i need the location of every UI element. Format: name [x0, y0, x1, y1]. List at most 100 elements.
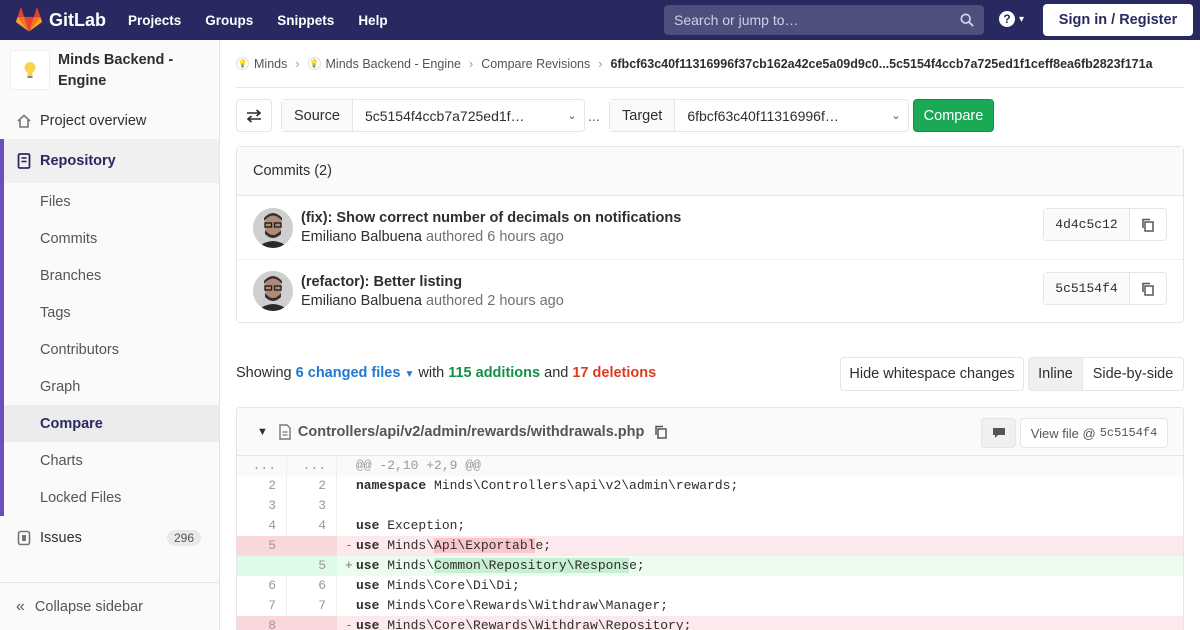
issues-icon [16, 530, 32, 546]
changed-files-dropdown[interactable]: 6 changed files ▼ [296, 365, 415, 381]
range-dots: ... [588, 108, 600, 124]
search-icon[interactable] [960, 13, 974, 27]
sidebar-item-locked-files[interactable]: Locked Files [4, 479, 219, 516]
commit-meta: Emiliano Balbuena authored 2 hours ago [301, 293, 564, 309]
old-line-number[interactable]: 6 [237, 576, 287, 596]
old-line-number[interactable]: 7 [237, 596, 287, 616]
commit-row: (refactor): Better listing Emiliano Balb… [237, 259, 1183, 322]
new-line-number[interactable]: ... [287, 456, 337, 476]
breadcrumb-current[interactable]: 6fbcf63c40f11316996f37cb162a42ce5a09d9c0… [610, 57, 1152, 71]
collapse-label: Collapse sidebar [34, 598, 143, 615]
commit-sha-button[interactable]: 5c5154f4 [1044, 273, 1130, 304]
nav-groups[interactable]: Groups [205, 13, 253, 28]
help-dropdown[interactable]: ? ▾ [999, 11, 1024, 27]
new-line-number[interactable]: 2 [287, 476, 337, 496]
toggle-comments-button[interactable] [981, 418, 1016, 448]
sidebar-item-compare[interactable]: Compare [4, 405, 219, 442]
collapse-file-toggle[interactable]: ▼ [257, 426, 268, 438]
source-field: Source 5c5154f4ccb7a725ed1f… ⌄ [281, 99, 585, 132]
breadcrumb-compare-revisions[interactable]: Compare Revisions [481, 57, 590, 71]
view-file-button[interactable]: View file @ 5c5154f4 [1020, 418, 1168, 448]
compare-button[interactable]: Compare [913, 99, 994, 132]
swap-revisions-button[interactable] [236, 99, 272, 132]
code-keyword: use [356, 518, 380, 533]
old-line-number[interactable]: 3 [237, 496, 287, 516]
old-line-number[interactable]: 4 [237, 516, 287, 536]
code-keyword: use [356, 598, 380, 613]
side-by-side-view-button[interactable]: Side-by-side [1082, 357, 1184, 391]
breadcrumb-project[interactable]: 💡 Minds Backend - Engine [307, 57, 461, 71]
nav-projects[interactable]: Projects [128, 13, 181, 28]
old-line-number[interactable] [237, 556, 287, 576]
commit-meta: Emiliano Balbuena authored 6 hours ago [301, 229, 681, 245]
line-content: use Exception; [337, 516, 1183, 536]
inline-view-button[interactable]: Inline [1028, 357, 1083, 391]
copy-sha-button[interactable] [1130, 209, 1166, 240]
old-line-number[interactable]: 2 [237, 476, 287, 496]
new-line-number[interactable] [287, 616, 337, 630]
nav-snippets[interactable]: Snippets [277, 13, 334, 28]
sidebar-item-issues[interactable]: Issues 296 [0, 516, 219, 560]
old-line-number[interactable]: 5 [237, 536, 287, 556]
file-icon [279, 423, 291, 440]
old-line-number[interactable]: ... [237, 456, 287, 476]
code-keyword: use [356, 558, 380, 573]
commit-author[interactable]: Emiliano Balbuena [301, 293, 422, 309]
lightbulb-icon [24, 62, 36, 78]
nav-help[interactable]: Help [358, 13, 387, 28]
commit-author[interactable]: Emiliano Balbuena [301, 229, 422, 245]
new-line-number[interactable]: 3 [287, 496, 337, 516]
source-label: Source [282, 100, 353, 131]
sidebar-item-graph[interactable]: Graph [4, 368, 219, 405]
collapse-sidebar-button[interactable]: « Collapse sidebar [0, 582, 219, 630]
copy-sha-button[interactable] [1130, 273, 1166, 304]
diff-line: 6 6 use Minds\Core\Di\Di; [237, 576, 1183, 596]
search-input[interactable] [674, 12, 954, 28]
new-line-number[interactable]: 6 [287, 576, 337, 596]
new-line-number[interactable] [287, 536, 337, 556]
signin-register-button[interactable]: Sign in / Register [1043, 4, 1193, 36]
target-dropdown[interactable]: 6fbcf63c40f11316996f… [675, 108, 884, 124]
compare-form: Source 5c5154f4ccb7a725ed1f… ⌄ ... Targe… [236, 88, 1184, 146]
sidebar-item-commits[interactable]: Commits [4, 220, 219, 257]
collapse-icon: « [16, 597, 25, 615]
copy-icon [1142, 218, 1154, 232]
commit-title[interactable]: (fix): Show correct number of decimals o… [301, 210, 681, 226]
diff-sign: + [345, 558, 353, 573]
additions-count: 115 additions [448, 365, 541, 381]
hide-whitespace-button[interactable]: Hide whitespace changes [840, 357, 1024, 391]
sidebar-item-label: Project overview [40, 112, 147, 129]
sidebar-item-contributors[interactable]: Contributors [4, 331, 219, 368]
chevron-down-icon[interactable]: ⌄ [560, 109, 584, 122]
diff-line: 5 + use Minds\Common\Repository\Response; [237, 556, 1183, 576]
sidebar-item-repository[interactable]: Repository [4, 139, 219, 183]
commit-authored-time: authored 6 hours ago [425, 229, 564, 245]
chevron-down-icon[interactable]: ⌄ [884, 109, 908, 122]
avatar[interactable] [253, 207, 293, 248]
new-line-number[interactable]: 4 [287, 516, 337, 536]
sidebar-item-branches[interactable]: Branches [4, 257, 219, 294]
new-line-number[interactable]: 7 [287, 596, 337, 616]
avatar[interactable] [253, 271, 293, 311]
commit-sha-group: 5c5154f4 [1043, 272, 1167, 305]
sidebar-project-header[interactable]: Minds Backend - Engine [0, 40, 219, 102]
sidebar-item-files[interactable]: Files [4, 183, 219, 220]
commit-row: (fix): Show correct number of decimals o… [237, 196, 1183, 259]
code-text: Minds\Core\Di\Di; [379, 578, 520, 593]
old-line-number[interactable]: 8 [237, 616, 287, 630]
brand-name: GitLab [49, 9, 106, 30]
commit-sha-button[interactable]: 4d4c5c12 [1044, 209, 1130, 240]
breadcrumb-group[interactable]: 💡 Minds [236, 57, 287, 71]
diff-file-path[interactable]: Controllers/api/v2/admin/rewards/withdra… [298, 424, 644, 440]
sidebar-item-project-overview[interactable]: Project overview [0, 102, 219, 139]
commit-authored-time: authored 2 hours ago [425, 292, 564, 309]
copy-file-path-button[interactable] [654, 425, 668, 439]
breadcrumb: 💡 Minds › 💡 Minds Backend - Engine › Com… [236, 40, 1184, 88]
new-line-number[interactable]: 5 [287, 556, 337, 576]
sidebar-item-tags[interactable]: Tags [4, 294, 219, 331]
diff-line: 8 - use Minds\Core\Rewards\Withdraw\Reposi… [237, 616, 1183, 630]
source-dropdown[interactable]: 5c5154f4ccb7a725ed1f… [353, 108, 560, 124]
sidebar-item-charts[interactable]: Charts [4, 442, 219, 479]
commit-title[interactable]: (refactor): Better listing [301, 274, 564, 290]
gitlab-home-link[interactable]: GitLab [0, 0, 106, 40]
